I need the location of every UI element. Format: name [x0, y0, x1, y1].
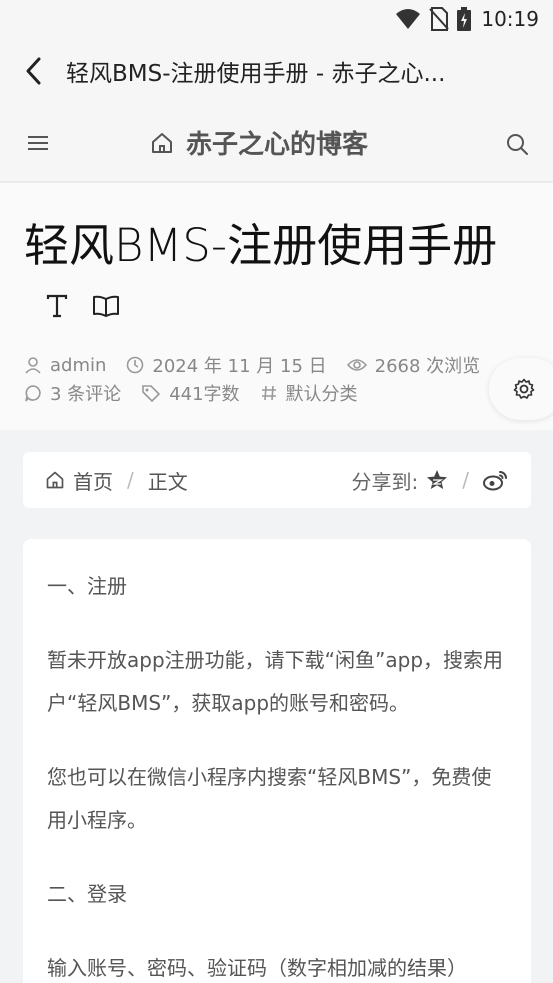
home-icon [150, 131, 174, 155]
hamburger-menu-icon[interactable] [24, 131, 52, 155]
share-separator: / [462, 468, 469, 492]
qzone-star-icon[interactable] [426, 469, 448, 491]
status-time: 10:19 [481, 7, 539, 31]
article-content: 一、注册 暂未开放app注册功能，请下载“闲鱼”app，搜索用户“轻风BMS”，… [23, 539, 531, 983]
wifi-icon [395, 8, 421, 30]
content-paragraph: 暂未开放app注册功能，请下载“闲鱼”app，搜索用户“轻风BMS”，获取app… [47, 648, 504, 715]
article-meta: admin 2024 年 11 月 15 日 2668 次浏览 3 条评论 44… [24, 351, 494, 407]
content-heading: 二、登录 [47, 882, 127, 906]
site-header: 赤子之心的博客 [0, 104, 553, 182]
content-heading: 一、注册 [47, 574, 127, 598]
breadcrumb-separator: / [127, 468, 134, 492]
clock-icon [126, 356, 144, 374]
article-header: 轻风BMS-注册使用手册 admin 2024 年 11 月 15 日 2668… [0, 183, 553, 430]
gear-icon [513, 378, 535, 400]
share-label: 分享到: [351, 469, 419, 494]
meta-date: 2024 年 11 月 15 日 [126, 352, 327, 378]
search-icon[interactable] [505, 132, 529, 156]
breadcrumb-home-link[interactable]: 首页 [73, 466, 113, 495]
breadcrumb: 首页 / 正文 分享到: / [23, 452, 531, 508]
battery-charging-icon [457, 7, 472, 31]
meta-category[interactable]: 默认分类 [260, 380, 358, 406]
hash-icon [260, 384, 278, 402]
content-paragraph: 您也可以在微信小程序内搜索“轻风BMS”，免费使用小程序。 [47, 765, 492, 832]
meta-words: 441字数 [141, 380, 240, 406]
reading-mode-icon[interactable] [92, 294, 120, 318]
meta-comments[interactable]: 3 条评论 [24, 380, 121, 406]
status-bar: 10:19 [0, 0, 553, 38]
meta-views: 2668 次浏览 [346, 352, 480, 378]
site-name: 赤子之心的博客 [186, 130, 369, 160]
weibo-icon[interactable] [483, 469, 509, 491]
meta-author[interactable]: admin [24, 355, 106, 376]
no-sim-icon [429, 7, 450, 31]
content-paragraph: 输入账号、密码、验证码（数字相加减的结果） [47, 956, 467, 980]
app-bar: 轻风BMS-注册使用手册 - 赤子之心... [0, 38, 553, 104]
article-tools [44, 293, 120, 319]
back-button[interactable] [0, 38, 66, 104]
settings-button[interactable] [489, 358, 553, 420]
eye-icon [346, 357, 367, 373]
back-arrow-icon [25, 57, 41, 85]
tag-pen-icon [141, 384, 161, 402]
comment-icon [24, 384, 42, 402]
site-brand[interactable]: 赤子之心的博客 [150, 124, 368, 161]
user-icon [24, 356, 42, 374]
article-title: 轻风BMS-注册使用手册 [24, 219, 498, 272]
font-size-icon[interactable] [44, 293, 70, 319]
home-icon[interactable] [45, 470, 65, 490]
page-title: 轻风BMS-注册使用手册 - 赤子之心... [66, 61, 446, 87]
breadcrumb-current: 正文 [147, 469, 188, 494]
